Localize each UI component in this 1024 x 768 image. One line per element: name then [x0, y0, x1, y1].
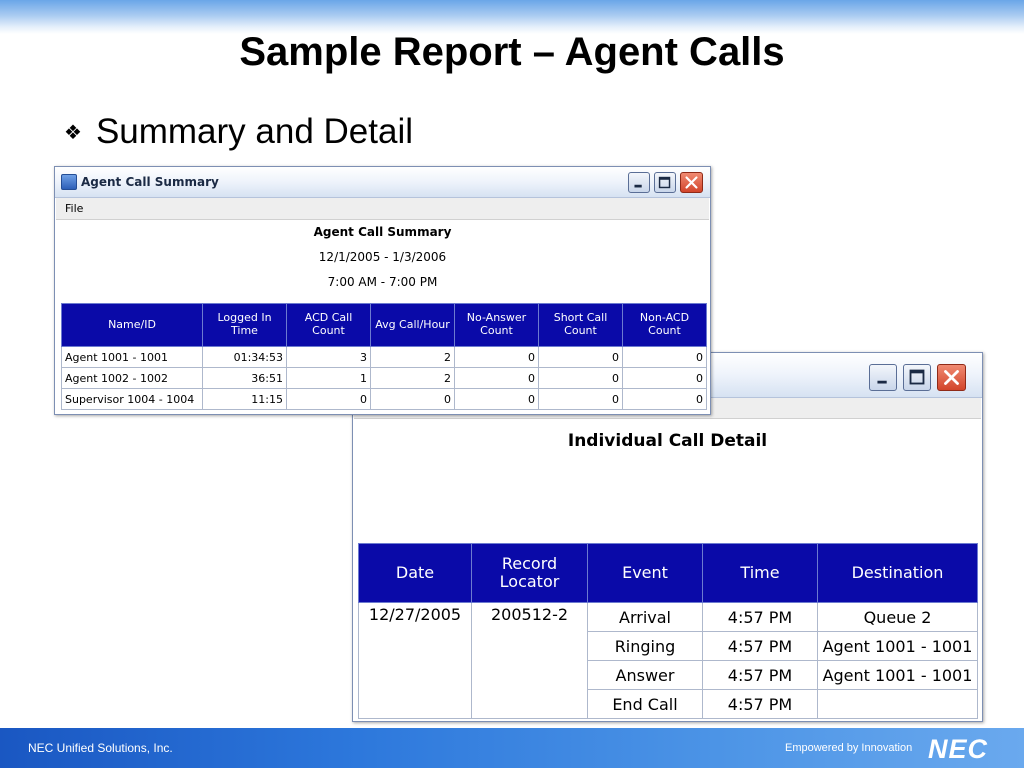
- agent-call-summary-window: Agent Call Summary File Agent Call Summa…: [54, 166, 711, 415]
- time-cell: 4:57 PM: [702, 602, 818, 632]
- event-cell: Answer: [587, 660, 703, 690]
- event-cell: Ringing: [587, 631, 703, 661]
- column-header-non-acd-count: Non-ACD Count: [622, 303, 707, 347]
- minimize-button[interactable]: [869, 364, 897, 391]
- report-time-range: 7:00 AM - 7:00 PM: [327, 275, 438, 289]
- call-detail-table: Date Record Locator Event Time Destinati…: [358, 543, 978, 719]
- close-icon: [944, 370, 959, 385]
- column-header-logged-in-time: Logged In Time: [202, 303, 287, 347]
- agent-summary-table: Name/ID Logged In Time ACD Call Count Av…: [61, 303, 707, 410]
- no-answer-count-cell: 0: [454, 346, 539, 368]
- maximize-icon: [909, 369, 925, 385]
- top-gradient-band: [0, 0, 1024, 34]
- column-header-no-answer-count: No-Answer Count: [454, 303, 539, 347]
- bullet-item: ❖ Summary and Detail: [64, 112, 413, 152]
- record-locator-cell: 200512-2: [471, 602, 588, 719]
- destination-cell: Agent 1001 - 1001: [817, 660, 978, 690]
- short-call-count-cell: 0: [538, 346, 623, 368]
- footer-tagline: Empowered by Innovation: [785, 742, 913, 754]
- time-cell: 4:57 PM: [702, 631, 818, 661]
- column-header-name-id: Name/ID: [61, 303, 203, 347]
- maximize-button[interactable]: [903, 364, 931, 391]
- name-id-cell: Agent 1002 - 1002: [61, 367, 203, 389]
- name-id-cell: Supervisor 1004 - 1004: [61, 388, 203, 410]
- acd-call-count-cell: 3: [286, 346, 371, 368]
- app-window-icon: [61, 174, 77, 190]
- table-row: Supervisor 1004 - 1004 11:15 0 0 0 0 0: [61, 388, 707, 410]
- close-button[interactable]: [937, 364, 966, 391]
- nec-logo: NEC: [928, 734, 989, 764]
- menu-bar: File: [56, 198, 709, 220]
- no-answer-count-cell: 0: [454, 388, 539, 410]
- column-header-record-locator: Record Locator: [471, 543, 588, 603]
- column-header-time: Time: [702, 543, 818, 603]
- diamond-bullet-icon: ❖: [64, 121, 82, 144]
- destination-cell: Queue 2: [817, 602, 978, 632]
- no-answer-count-cell: 0: [454, 367, 539, 389]
- acd-call-count-cell: 0: [286, 388, 371, 410]
- time-cell: 4:57 PM: [702, 660, 818, 690]
- minimize-icon: [634, 184, 642, 188]
- table-row: Agent 1002 - 1002 36:51 1 2 0 0 0: [61, 367, 707, 389]
- maximize-icon: [658, 176, 671, 189]
- event-cell: End Call: [587, 689, 703, 719]
- avg-call-hour-cell: 0: [370, 388, 455, 410]
- close-icon: [685, 176, 698, 189]
- avg-call-hour-cell: 2: [370, 367, 455, 389]
- logged-in-time-cell: 11:15: [202, 388, 287, 410]
- non-acd-count-cell: 0: [622, 388, 707, 410]
- logged-in-time-cell: 36:51: [202, 367, 287, 389]
- column-header-destination: Destination: [817, 543, 978, 603]
- logged-in-time-cell: 01:34:53: [202, 346, 287, 368]
- minimize-button[interactable]: [628, 172, 650, 193]
- non-acd-count-cell: 0: [622, 346, 707, 368]
- avg-call-hour-cell: 2: [370, 346, 455, 368]
- maximize-button[interactable]: [654, 172, 676, 193]
- non-acd-count-cell: 0: [622, 367, 707, 389]
- table-row: Agent 1001 - 1001 01:34:53 3 2 0 0 0: [61, 346, 707, 368]
- event-cell: Arrival: [587, 602, 703, 632]
- bullet-text: Summary and Detail: [95, 112, 414, 151]
- date-cell: 12/27/2005: [358, 602, 472, 719]
- close-button[interactable]: [680, 172, 703, 193]
- time-cell: 4:57 PM: [702, 689, 818, 719]
- table-header-row: Name/ID Logged In Time ACD Call Count Av…: [61, 303, 707, 347]
- window-titlebar[interactable]: Agent Call Summary: [55, 167, 710, 198]
- column-header-acd-call-count: ACD Call Count: [286, 303, 371, 347]
- footer-band: NEC Unified Solutions, Inc. Empowered by…: [0, 728, 1024, 768]
- column-header-short-call-count: Short Call Count: [538, 303, 623, 347]
- destination-cell: [817, 689, 978, 719]
- minimize-icon: [877, 380, 887, 384]
- table-header-row: Date Record Locator Event Time Destinati…: [358, 543, 978, 603]
- report-header: Agent Call Summary 12/1/2005 - 1/3/2006 …: [56, 219, 709, 289]
- slide-title: Sample Report – Agent Calls: [239, 30, 785, 74]
- short-call-count-cell: 0: [538, 367, 623, 389]
- column-header-date: Date: [358, 543, 472, 603]
- column-header-avg-call-hour: Avg Call/Hour: [370, 303, 455, 347]
- acd-call-count-cell: 1: [286, 367, 371, 389]
- destination-cell: Agent 1001 - 1001: [817, 631, 978, 661]
- name-id-cell: Agent 1001 - 1001: [61, 346, 203, 368]
- window-title: Agent Call Summary: [81, 175, 219, 189]
- report-date-range: 12/1/2005 - 1/3/2006: [318, 250, 447, 264]
- footer-company: NEC Unified Solutions, Inc.: [28, 741, 173, 755]
- report-title: Individual Call Detail: [567, 431, 768, 451]
- short-call-count-cell: 0: [538, 388, 623, 410]
- column-header-event: Event: [587, 543, 703, 603]
- report-title: Agent Call Summary: [313, 225, 452, 239]
- table-row: 12/27/2005 200512-2 Arrival 4:57 PM Queu…: [358, 602, 978, 719]
- file-menu[interactable]: File: [65, 202, 83, 215]
- report-header: Individual Call Detail: [354, 419, 981, 451]
